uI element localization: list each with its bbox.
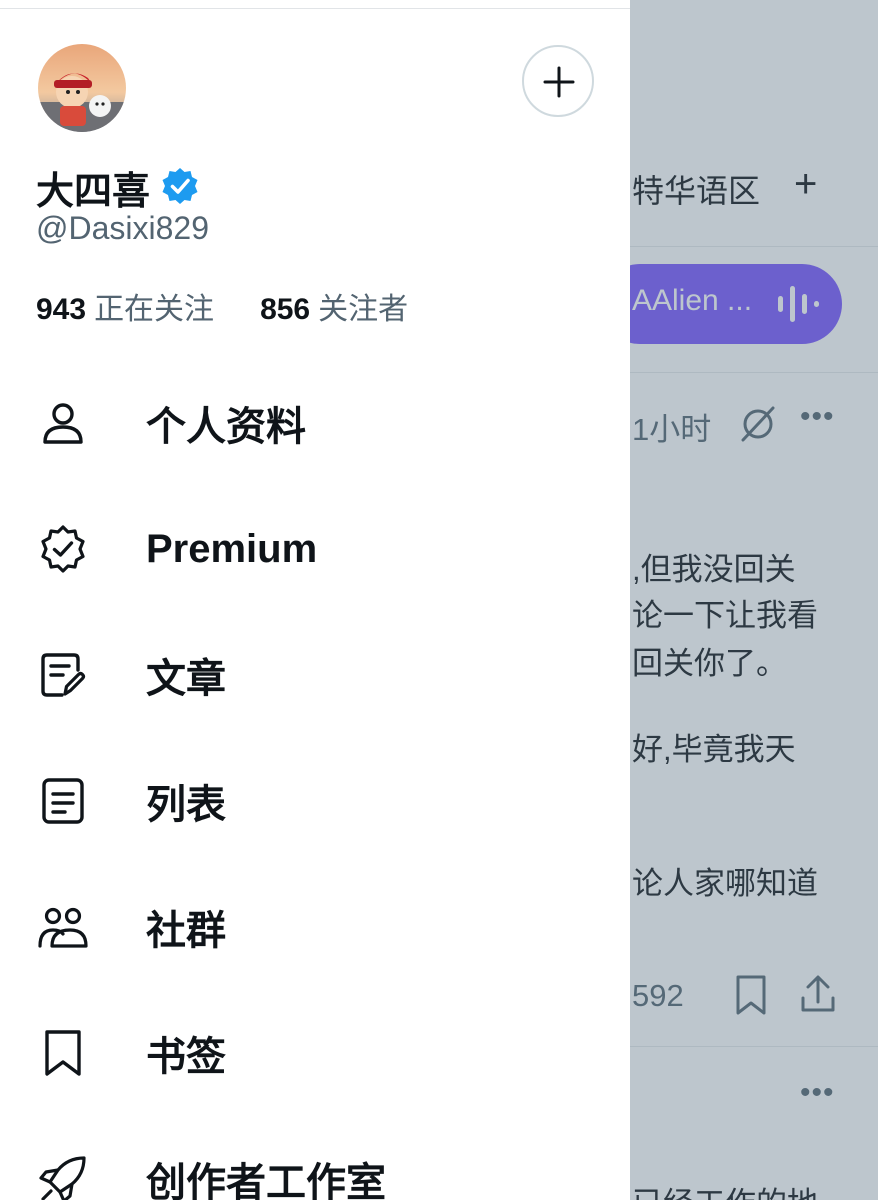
display-name: 大四喜 [36,171,151,213]
bookmark-icon [45,1030,81,1076]
following-link[interactable]: 943 正在关注 [36,284,214,328]
verified-badge-icon [162,167,198,204]
profile-name[interactable]: 大四喜 [36,160,200,215]
menu-item-creator-studio[interactable]: 创作者工作室 [0,1116,630,1200]
menu-label-creator-studio: 创作者工作室 [146,1161,386,1200]
communities-icon [38,907,88,948]
menu-item-premium[interactable]: Premium [0,486,630,612]
menu-item-lists[interactable]: 列表 [0,738,630,864]
avatar[interactable] [38,44,126,132]
profile-icon [43,403,83,444]
plus-icon [543,66,575,98]
user-handle[interactable]: @Dasixi829 [36,210,209,247]
add-account-button[interactable] [522,45,594,117]
menu-label-profile: 个人资料 [146,405,306,449]
following-count: 943 [36,293,87,326]
follow-stats: 943 正在关注 856 关注者 [36,284,454,328]
menu-item-bookmarks[interactable]: 书签 [0,990,630,1116]
menu-label-articles: 文章 [146,657,226,701]
followers-link[interactable]: 856 关注者 [260,284,408,328]
following-label: 正在关注 [94,293,215,326]
menu-label-bookmarks: 书签 [146,1035,226,1079]
menu-item-profile[interactable]: 个人资料 [0,360,630,486]
menu-label-premium: Premium [146,526,318,571]
premium-icon [41,525,85,573]
followers-label: 关注者 [318,293,409,326]
menu-item-communities[interactable]: 社群 [0,864,630,990]
divider [0,8,630,9]
menu-item-articles[interactable]: 文章 [0,612,630,738]
account-drawer: 大四喜 @Dasixi829 943 正在关注 856 关注者 个人资料 Pre… [0,0,630,1200]
menu-label-lists: 列表 [146,783,226,827]
menu-label-communities: 社群 [146,909,226,953]
rocket-icon [39,1156,86,1200]
articles-icon [41,653,86,697]
lists-icon [42,778,84,824]
followers-count: 856 [260,293,311,326]
